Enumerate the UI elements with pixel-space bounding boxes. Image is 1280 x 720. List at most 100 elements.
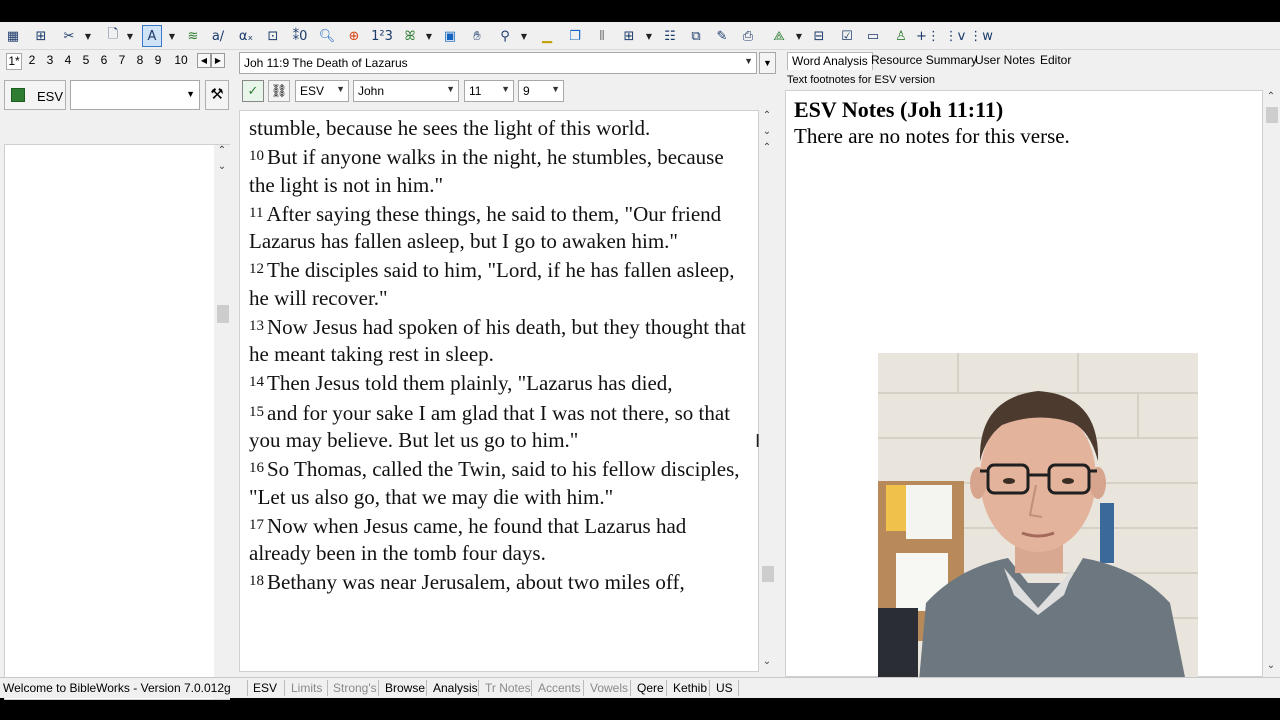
scroll-thumb[interactable] [762, 566, 774, 582]
chapter-select[interactable]: 11 ▼ [464, 80, 514, 102]
tab-9[interactable]: 9 [150, 53, 166, 67]
scroll-up-icon[interactable]: ⌃ [759, 142, 775, 158]
highlight-icon[interactable]: ▁ [537, 25, 557, 47]
grid-icon[interactable]: ▦ [4, 25, 22, 47]
tree-icon[interactable]: ⊞ [32, 25, 50, 47]
scroll-up-icon[interactable]: ⌃ [1263, 91, 1279, 107]
reference-combo[interactable]: Joh 11:9 The Death of Lazarus ▼ [239, 52, 757, 74]
chevron-down-icon[interactable]: ▼ [84, 25, 92, 47]
tab-word-analysis[interactable]: Word Analysis [787, 52, 873, 70]
copy-icon[interactable]: ⧉ [687, 25, 705, 47]
chevron-down-icon[interactable]: ▼ [446, 84, 455, 94]
verse-number[interactable]: 11 [249, 205, 263, 221]
windows-icon[interactable]: ❐ [565, 25, 585, 47]
scroll-down-icon[interactable]: ⌄ [1263, 660, 1279, 676]
command-line-input[interactable]: ▼ [70, 80, 200, 110]
tab-3[interactable]: 3 [42, 53, 58, 67]
scroll-up-icon[interactable]: ⌃ [759, 110, 775, 126]
edit-icon[interactable]: ✎ [713, 25, 731, 47]
person-icon[interactable]: ꕤ [401, 25, 419, 47]
scroll-down-icon[interactable]: ⌄ [214, 161, 230, 177]
equation-icon[interactable]: ⊡ [264, 25, 282, 47]
status-kethib[interactable]: Kethib [673, 681, 707, 695]
tools-icon[interactable]: ⚒ [205, 80, 229, 110]
save-icon[interactable]: ▣ [441, 25, 459, 47]
subscript-icon[interactable]: αₓ [236, 25, 256, 47]
status-strongs[interactable]: Strong's [333, 681, 377, 695]
printer-icon[interactable]: ⎙ [739, 25, 757, 47]
chevron-down-icon[interactable]: ▼ [126, 25, 134, 47]
tab-10[interactable]: 10 [170, 53, 192, 67]
hand-icon[interactable]: ✋︎ [467, 25, 487, 47]
tab-next-button[interactable]: ▶ [211, 53, 225, 68]
boxes-icon[interactable]: ⊟ [810, 25, 828, 47]
tab-prev-button[interactable]: ◀ [197, 53, 211, 68]
tab-7[interactable]: 7 [114, 53, 130, 67]
verse-list[interactable] [4, 144, 230, 700]
status-accents[interactable]: Accents [538, 681, 581, 695]
bible-text[interactable]: stumble, because he sees the light of th… [239, 110, 759, 672]
verse-w-icon[interactable]: ⋮w [969, 25, 993, 47]
verse-number[interactable]: 14 [249, 374, 264, 390]
verse-e-icon[interactable]: ⋮v [945, 25, 966, 47]
highlighter-icon[interactable]: ⟁ [770, 25, 788, 47]
status-browse[interactable]: Browse [385, 681, 425, 695]
chevron-down-icon[interactable]: ▼ [168, 25, 176, 47]
verse-number[interactable]: 10 [249, 148, 264, 164]
status-tr-notes[interactable]: Tr Notes [485, 681, 531, 695]
status-limits[interactable]: Limits [291, 681, 322, 695]
scroll-down-icon[interactable]: ⌄ [759, 126, 775, 142]
person2-icon[interactable]: ♙ [892, 25, 910, 47]
verse-select[interactable]: 9 ▼ [518, 80, 564, 102]
word-list-icon[interactable]: ≋ [184, 25, 202, 47]
chevron-down-icon[interactable]: ▼ [520, 25, 528, 47]
version-select[interactable]: ESV ▼ [295, 80, 349, 102]
tab-editor[interactable]: Editor [1036, 52, 1075, 70]
tab-resource-summary[interactable]: Resource Summary [867, 52, 981, 70]
book-select[interactable]: John ▼ [353, 80, 459, 102]
bible-text-scrollbar[interactable]: ⌃ ⌄ ⌃ ⌄ [759, 110, 775, 672]
scroll-thumb[interactable] [217, 305, 229, 323]
status-analysis[interactable]: Analysis [433, 681, 478, 695]
tab-user-notes[interactable]: User Notes [971, 52, 1039, 70]
new-doc-icon[interactable]: 🗋 [104, 25, 122, 47]
status-qere[interactable]: Qere [637, 681, 664, 695]
plus-icon[interactable]: +⋮ [916, 25, 940, 47]
chevron-down-icon[interactable]: ▼ [501, 84, 510, 94]
tab-2[interactable]: 2 [24, 53, 40, 67]
numbers-icon[interactable]: 1²3 [371, 25, 393, 47]
chevron-down-icon[interactable]: ▼ [425, 25, 433, 47]
scroll-down-icon[interactable]: ⌄ [759, 656, 775, 672]
chevron-down-icon[interactable]: ▼ [795, 25, 803, 47]
verse-list-scrollbar[interactable]: ⌃ ⌄ ⌄ [214, 145, 230, 699]
tab-5[interactable]: 5 [78, 53, 94, 67]
grid2-icon[interactable]: ⊞ [620, 25, 638, 47]
checklist-icon[interactable]: ☑ [838, 25, 856, 47]
columns-icon[interactable]: ⦀ [592, 25, 612, 47]
count-icon[interactable]: ⁑0 [290, 25, 310, 47]
sync-icon[interactable]: ✓ [242, 80, 264, 102]
chevron-down-icon[interactable]: ▼ [186, 89, 195, 99]
scroll-up-icon[interactable]: ⌃ [214, 145, 230, 161]
verse-number[interactable]: 17 [249, 517, 264, 533]
verse-number[interactable]: 12 [249, 261, 264, 277]
notes-scrollbar[interactable]: ⌃ ⌄ [1263, 91, 1279, 676]
status-esv[interactable]: ESV [253, 681, 277, 695]
tools-icon[interactable]: ✂ [60, 25, 78, 47]
version-button[interactable]: ESV [4, 80, 66, 110]
status-vowels[interactable]: Vowels [590, 681, 628, 695]
chevron-down-icon[interactable]: ▼ [744, 56, 753, 66]
tab-8[interactable]: 8 [132, 53, 148, 67]
check-icon[interactable]: a∕ [208, 25, 228, 47]
verse-number[interactable]: 13 [249, 318, 264, 334]
tab-6[interactable]: 6 [96, 53, 112, 67]
search-icon[interactable]: 🔍︎ [318, 25, 336, 47]
chevron-down-icon[interactable]: ▼ [336, 84, 345, 94]
link-icon[interactable]: ⛓ [268, 80, 290, 102]
verse-number[interactable]: 16 [249, 460, 264, 476]
tab-1[interactable]: 1* [6, 53, 22, 70]
table-icon[interactable]: ☷ [661, 25, 679, 47]
stamp-icon[interactable]: ⚲ [496, 25, 514, 47]
chevron-down-icon[interactable]: ▼ [551, 84, 560, 94]
chevron-down-icon[interactable]: ▼ [759, 52, 776, 74]
